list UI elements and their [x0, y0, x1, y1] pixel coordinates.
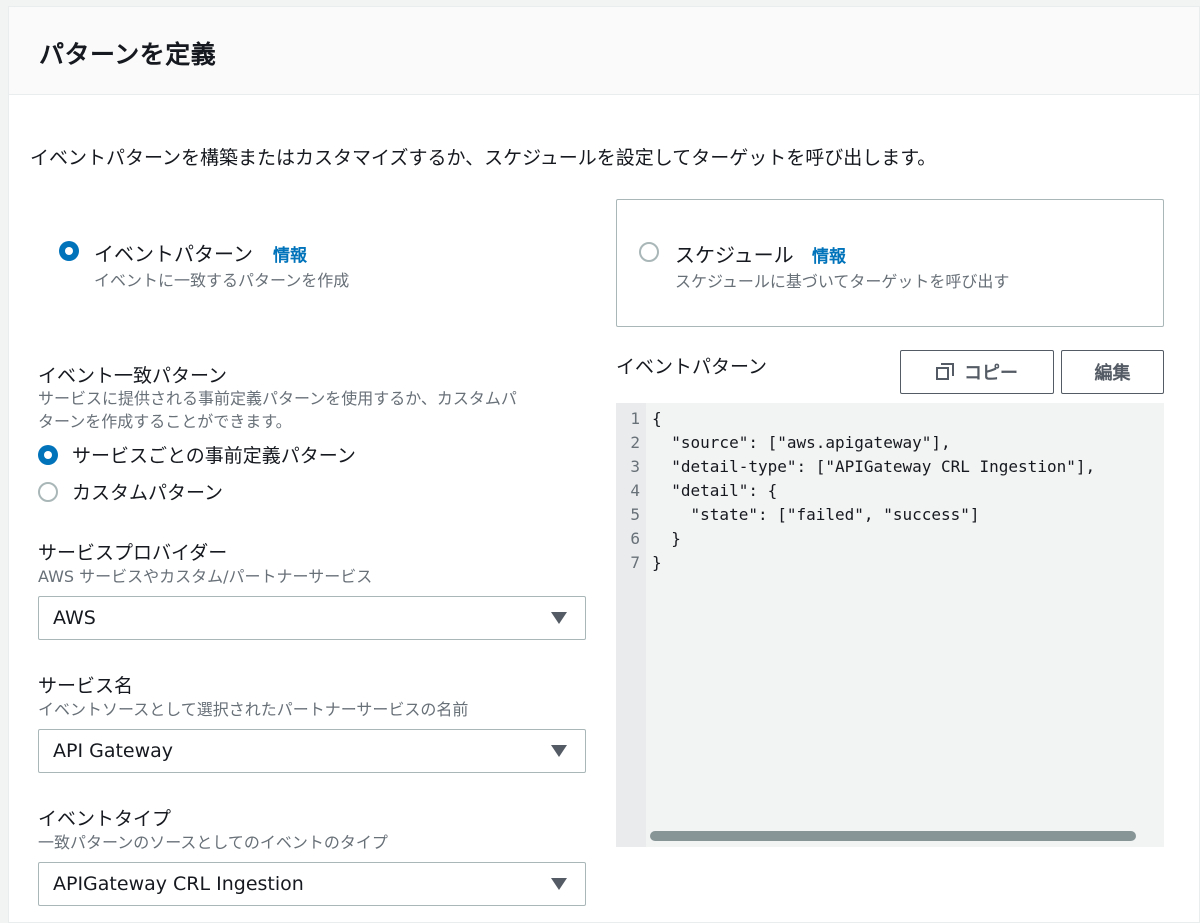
code-line: }	[652, 553, 662, 572]
match-pattern-label: イベント一致パターン	[38, 365, 228, 387]
line-number: 1	[630, 409, 640, 428]
horizontal-scrollbar[interactable]	[650, 831, 1136, 841]
code-editor[interactable]: 1 2 3 4 5 6 7 { "source": ["aws.apigatew…	[616, 403, 1164, 847]
event-pattern-label: イベントパターン	[94, 242, 253, 266]
copy-button-label: コピー	[964, 363, 1018, 384]
panel-title: パターンを定義	[39, 40, 217, 69]
custom-pattern-label[interactable]: カスタムパターン	[72, 478, 223, 505]
line-number: 3	[630, 457, 640, 476]
service-provider-value: AWS	[53, 607, 96, 629]
line-number: 7	[630, 553, 640, 572]
service-provider-desc: AWS サービスやカスタム/パートナーサービス	[38, 567, 373, 586]
schedule-desc: スケジュールに基づいてターゲットを呼び出す	[675, 272, 1010, 291]
line-number: 4	[630, 481, 640, 500]
code-line: "detail": {	[652, 481, 778, 500]
schedule-radio[interactable]	[639, 242, 659, 262]
code-line: }	[652, 529, 681, 548]
service-provider-label: サービスプロバイダー	[38, 542, 228, 564]
custom-pattern-radio[interactable]	[38, 482, 58, 502]
match-pattern-desc-line1: サービスに提供される事前定義パターンを使用するか、カスタムパ	[38, 389, 517, 408]
editor-label: イベントパターン	[616, 356, 768, 378]
schedule-tile[interactable]: スケジュール 情報 スケジュールに基づいてターゲットを呼び出す	[616, 199, 1164, 327]
service-name-desc: イベントソースとして選択されたパートナーサービスの名前	[38, 700, 469, 719]
intro-text: イベントパターンを構築またはカスタマイズするか、スケジュールを設定してターゲット…	[30, 147, 937, 169]
service-provider-select[interactable]: AWS	[38, 596, 586, 640]
service-name-label: サービス名	[38, 675, 134, 697]
event-type-desc: 一致パターンのソースとしてのイベントのタイプ	[38, 833, 388, 852]
line-number: 6	[630, 529, 640, 548]
event-pattern-desc: イベントに一致するパターンを作成	[94, 271, 350, 290]
code-line: "state": ["failed", "success"]	[652, 505, 980, 524]
event-type-value: APIGateway CRL Ingestion	[53, 873, 304, 895]
match-pattern-desc-line2: ターンを作成することができます。	[38, 412, 292, 431]
line-number: 2	[630, 433, 640, 452]
copy-icon	[936, 363, 954, 381]
event-type-label: イベントタイプ	[38, 808, 172, 830]
service-name-value: API Gateway	[53, 740, 174, 762]
line-number-gutter: 1 2 3 4 5 6 7	[616, 403, 646, 847]
line-number: 5	[630, 505, 640, 524]
schedule-info-link[interactable]: 情報	[812, 242, 846, 267]
event-pattern-radio[interactable]	[59, 241, 79, 261]
event-pattern-tile[interactable]: イベントパターン 情報 イベントに一致するパターンを作成	[38, 200, 586, 324]
code-line: "source": ["aws.apigateway"],	[652, 433, 951, 452]
copy-button[interactable]: コピー	[900, 350, 1054, 394]
caret-down-icon	[551, 878, 567, 890]
panel-header: パターンを定義	[9, 7, 1199, 95]
predefined-pattern-radio[interactable]	[38, 445, 58, 465]
code-line: {	[652, 409, 662, 428]
code-line: "detail-type": ["APIGateway CRL Ingestio…	[652, 457, 1096, 476]
caret-down-icon	[551, 745, 567, 757]
predefined-pattern-label[interactable]: サービスごとの事前定義パターン	[72, 441, 356, 468]
edit-button-label: 編集	[1094, 363, 1131, 384]
edit-button[interactable]: 編集	[1061, 350, 1164, 394]
event-type-select[interactable]: APIGateway CRL Ingestion	[38, 862, 586, 906]
service-name-select[interactable]: API Gateway	[38, 729, 586, 773]
schedule-label: スケジュール	[675, 243, 794, 267]
event-pattern-info-link[interactable]: 情報	[273, 241, 307, 266]
caret-down-icon	[551, 612, 567, 624]
